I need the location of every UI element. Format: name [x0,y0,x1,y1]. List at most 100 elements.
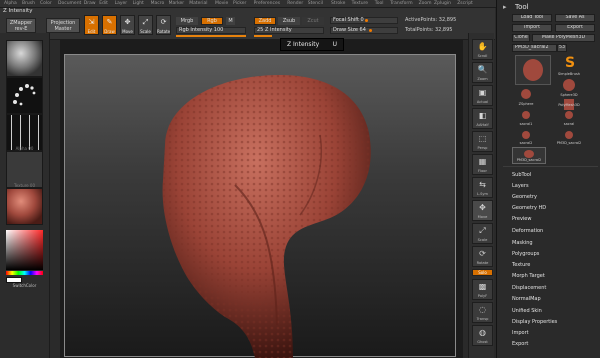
rotate-view-button[interactable]: ⟳ Rotate [472,246,493,267]
menu-tool[interactable]: Tool [375,1,384,6]
aahalf-button[interactable]: ◧ AAHalf [472,108,493,129]
menu-material[interactable]: Material [189,1,207,6]
canvas-viewport[interactable] [60,40,463,358]
menu-stroke[interactable]: Stroke [331,1,345,6]
menu-document[interactable]: Document [58,1,81,6]
document-frame[interactable] [64,54,457,358]
hue-strip[interactable] [6,271,43,275]
current-tool-thumbnail[interactable] [515,55,551,85]
draw-size-slider[interactable]: Draw Size 64 [330,27,398,34]
zoom-button[interactable]: 🔍 Zoom [472,62,493,83]
draw-button[interactable]: ✎ Draw [102,15,117,35]
persp-button[interactable]: ⬚ Persp [472,131,493,152]
zsphere-thumb[interactable] [516,86,536,103]
clone-button[interactable]: Clone [512,34,530,42]
load-tool-button[interactable]: Load Tool [512,14,552,22]
menu-edit[interactable]: Edit [99,1,108,6]
displacement-section[interactable]: Displacement [512,285,546,291]
edit-button[interactable]: ⇲ Edit [84,15,99,35]
sphere3d-thumb[interactable] [559,77,579,94]
texture-section[interactable]: Texture [512,262,530,268]
menu-draw[interactable]: Draw [84,1,96,6]
unified-skin-section[interactable]: Unified Skin [512,308,542,314]
actual-label: Actual [476,100,489,104]
current-tool-name[interactable]: PM3D_sacral2 [512,44,557,52]
brush-thumbnail[interactable] [6,40,43,77]
rgb-intensity-slider[interactable]: Rgb Intensity 100 [176,27,246,34]
sculpt-model[interactable] [65,55,457,358]
material-thumbnail[interactable] [6,188,43,225]
menu-color[interactable]: Color [40,1,52,6]
floor-button[interactable]: ▦ Floor [472,154,493,175]
menu-brush[interactable]: Brush [22,1,35,6]
actual-button[interactable]: ▣ Actual [472,85,493,106]
menu-macro[interactable]: Macro [151,1,165,6]
mrgb-button[interactable]: Mrgb [176,17,198,25]
morph-target-section[interactable]: Morph Target [512,273,545,279]
export-section[interactable]: Export [512,341,528,347]
zcut-button[interactable]: Zcut [302,17,324,25]
stroke-thumbnail[interactable] [6,77,43,114]
rgb-button[interactable]: Rgb [201,17,223,25]
geometry-section[interactable]: Geometry [512,194,537,200]
export-button[interactable]: Export [555,24,595,32]
total-points: TotalPoints: 32,895 [405,27,453,33]
zmapper-button[interactable]: ZMapper rev-E [6,18,36,33]
menu-transform[interactable]: Transform [390,1,412,6]
color-picker[interactable] [6,230,43,270]
palette-collapse-icon[interactable]: ▸ [503,3,507,11]
focal-shift-knob[interactable] [365,19,368,22]
normalmap-section[interactable]: NormalMap [512,296,541,302]
menu-light[interactable]: Light [133,1,144,6]
make-polymesh-button[interactable]: Make PolyMesh3D [532,34,595,42]
pm3d-sacral2-selected-thumb[interactable]: PM3D_sacral2 [512,147,546,164]
lsym-button[interactable]: ⇆ L.Sym [472,177,493,198]
current-tool-value[interactable]: 53 [557,44,567,52]
deformation-section[interactable]: Deformation [512,228,543,234]
menu-preferences[interactable]: Preferences [254,1,280,6]
polyf-button[interactable]: ▩ PolyF [472,279,493,300]
transp-button[interactable]: ◌ Transp [472,302,493,323]
z-intensity-slider[interactable]: 25 Z Intensity [254,27,324,34]
move-view-button[interactable]: ✥ Move [472,200,493,221]
menu-alpha[interactable]: Alpha [4,1,17,6]
preview-section[interactable]: Preview [512,216,531,222]
menu-zplugin[interactable]: Zplugin [434,1,451,6]
projection-master-button[interactable]: Projection Master [46,18,80,33]
scroll-button[interactable]: ✋ Scroll [472,39,493,60]
rotate-button[interactable]: ⟳ Rotate [156,15,171,35]
scale-button[interactable]: ⤢ Scale [138,15,153,35]
polygroups-section[interactable]: Polygroups [512,251,539,257]
simplebrush-thumb[interactable]: S [559,55,579,72]
menu-zoom[interactable]: Zoom [419,1,432,6]
import-button[interactable]: Import [512,24,552,32]
geometry-hd-section[interactable]: Geometry HD [512,205,546,211]
zadd-button[interactable]: Zadd [254,17,276,25]
menu-zscript[interactable]: Zscript [457,1,473,6]
m-button[interactable]: M [226,17,235,25]
move-icon: ✥ [124,18,131,26]
left-tray: Alpha 00 Texture 00 SwitchColor [0,33,50,358]
masking-section[interactable]: Masking [512,240,533,246]
layers-section[interactable]: Layers [512,183,529,189]
menu-render[interactable]: Render [287,1,303,6]
ghost-icon: ◍ [479,328,486,337]
zsub-button[interactable]: Zsub [278,17,300,25]
menu-texture[interactable]: Texture [352,1,368,6]
subtool-section[interactable]: SubTool [512,172,531,178]
draw-size-knob[interactable] [369,29,372,32]
solo-button[interactable]: Solo [472,269,493,276]
menu-stencil[interactable]: Stencil [308,1,323,6]
focal-shift-slider[interactable]: Focal Shift 0 [330,17,398,24]
menu-layer[interactable]: Layer [115,1,128,6]
import-section[interactable]: Import [512,330,529,336]
move-button[interactable]: ✥ Move [120,15,135,35]
save-as-button[interactable]: Save As [555,14,595,22]
display-properties-section[interactable]: Display Properties [512,319,557,325]
menu-movie[interactable]: Movie [215,1,228,6]
scale-view-button[interactable]: ⤢ Scale [472,223,493,244]
menu-picker[interactable]: Picker [233,1,246,6]
transp-label: Transp [476,317,489,321]
menu-marker[interactable]: Marker [169,1,185,6]
ghost-button[interactable]: ◍ Ghost [472,325,493,346]
